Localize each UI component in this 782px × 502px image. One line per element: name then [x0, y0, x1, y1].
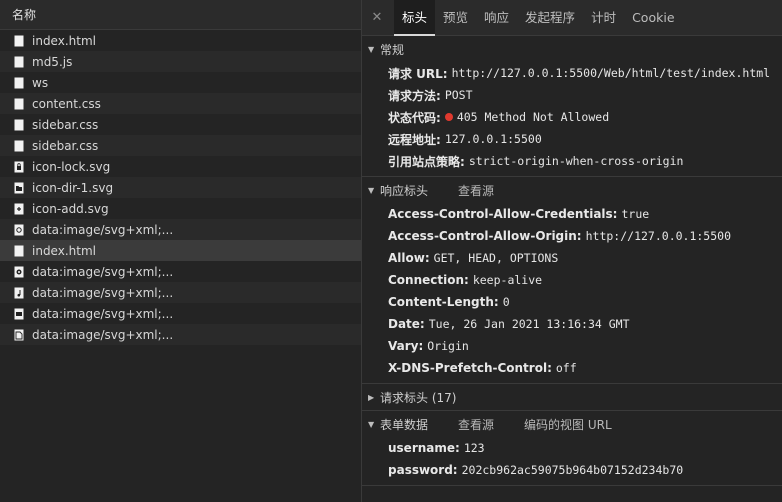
request-name: data:image/svg+xml;... [32, 306, 174, 321]
request-row[interactable]: sidebar.css [0, 114, 361, 135]
general-remote-address: 远程地址: 127.0.0.1:5500 [388, 132, 542, 147]
request-name: data:image/svg+xml;... [32, 222, 174, 237]
lock-icon [14, 161, 24, 173]
tab-initiator[interactable]: 发起程序 [517, 0, 583, 36]
request-name: icon-dir-1.svg [32, 180, 114, 195]
tab-headers[interactable]: 标头 [394, 0, 436, 36]
section-title: 常规 [380, 42, 405, 57]
request-list: index.html md5.js ws content.css sidebar… [0, 30, 361, 345]
details-tab-bar: ✕ 标头 预览 响应 发起程序 计时 Cookie [362, 0, 782, 36]
section-title: 表单数据 [380, 417, 429, 432]
request-name: index.html [32, 243, 96, 258]
music-icon [14, 287, 24, 299]
form-data-section-header[interactable]: ▼ 表单数据 查看源 编码的视图 URL [362, 411, 782, 437]
request-row[interactable]: icon-lock.svg [0, 156, 361, 177]
response-header-row: Date: Tue, 26 Jan 2021 13:16:34 GMT [388, 317, 630, 331]
document-icon [14, 98, 24, 110]
tab-preview[interactable]: 预览 [435, 0, 476, 36]
request-row[interactable]: data:image/svg+xml;... [0, 219, 361, 240]
request-headers-section-header[interactable]: ▶ 请求标头 (17) [362, 384, 782, 410]
request-row[interactable]: data:image/svg+xml;... [0, 303, 361, 324]
divider [362, 485, 782, 486]
tab-response[interactable]: 响应 [476, 0, 517, 36]
document-icon [14, 56, 24, 68]
request-name: ws [32, 75, 49, 90]
general-request-url: 请求 URL: http://127.0.0.1:5500/Web/html/te… [388, 66, 771, 81]
request-row[interactable]: data:image/svg+xml;... [0, 282, 361, 303]
request-row[interactable]: sidebar.css [0, 135, 361, 156]
response-header-row: Access-Control-Allow-Origin: http://127.0… [388, 229, 732, 243]
form-data-row: password: 202cb962ac59075b964b07152d234b7… [388, 463, 684, 477]
response-header-row: Allow: GET, HEAD, OPTIONS [388, 251, 559, 265]
request-name: index.html [32, 33, 96, 48]
tab-timing[interactable]: 计时 [583, 0, 624, 36]
response-header-row: X-DNS-Prefetch-Control: off [388, 361, 577, 375]
general-status-code: 状态代码: 405 Method Not Allowed [388, 110, 610, 125]
request-name: icon-lock.svg [32, 159, 111, 174]
request-row[interactable]: data:image/svg+xml;... [0, 324, 361, 345]
document-icon [14, 119, 24, 131]
view-source-link[interactable]: 查看源 [458, 182, 494, 199]
response-header-row: Content-Length: 0 [388, 295, 510, 309]
folder-icon [14, 182, 24, 194]
status-error-dot-icon [444, 113, 453, 121]
document-icon [14, 140, 24, 152]
request-name: sidebar.css [32, 138, 99, 153]
document-icon [14, 77, 24, 89]
request-row[interactable]: md5.js [0, 51, 361, 72]
triangle-down-icon: ▼ [368, 44, 375, 54]
section-title: 响应标头 [380, 183, 429, 198]
request-row[interactable]: content.css [0, 93, 361, 114]
request-details-panel: ✕ 标头 预览 响应 发起程序 计时 Cookie ▼ 常规 请求 URL: ht… [362, 0, 782, 502]
response-header-row: Vary: Origin [388, 339, 469, 353]
request-row[interactable]: ws [0, 72, 361, 93]
response-header-row: Access-Control-Allow-Credentials: true [388, 207, 650, 221]
request-name: data:image/svg+xml;... [32, 327, 174, 342]
request-row[interactable]: data:image/svg+xml;... [0, 261, 361, 282]
name-column-header[interactable]: 名称 [0, 0, 361, 30]
request-row[interactable]: icon-add.svg [0, 198, 361, 219]
general-section-header[interactable]: ▼ 常规 [362, 36, 782, 62]
request-name: data:image/svg+xml;... [32, 264, 174, 279]
file-icon [14, 329, 24, 341]
request-name: data:image/svg+xml;... [32, 285, 174, 300]
triangle-down-icon: ▼ [368, 419, 375, 429]
general-referrer-policy: 引用站点策略: strict-origin-when-cross-origin [388, 154, 684, 169]
svg-icon [14, 266, 24, 278]
response-headers-section-header[interactable]: ▼ 响应标头 查看源 [362, 177, 782, 203]
request-row[interactable]: icon-dir-1.svg [0, 177, 361, 198]
request-name: icon-add.svg [32, 201, 109, 216]
request-name: md5.js [32, 54, 73, 69]
request-name: sidebar.css [32, 117, 99, 132]
svg-icon [14, 224, 24, 236]
document-icon [14, 245, 24, 257]
triangle-down-icon: ▼ [368, 185, 375, 195]
tab-cookie[interactable]: Cookie [624, 0, 682, 36]
request-row-selected[interactable]: index.html [0, 240, 361, 261]
request-list-panel: 名称 index.html md5.js ws content.css side… [0, 0, 362, 502]
section-title: 请求标头 (17) [380, 390, 457, 405]
triangle-right-icon: ▶ [368, 392, 375, 402]
request-name: content.css [32, 96, 101, 111]
devtools-network-panel: 名称 index.html md5.js ws content.css side… [0, 0, 782, 502]
general-request-method: 请求方法: POST [388, 88, 473, 103]
image-icon [14, 308, 24, 320]
close-icon[interactable]: ✕ [370, 10, 384, 25]
request-row[interactable]: index.html [0, 30, 361, 51]
plus-icon [14, 203, 24, 215]
document-icon [14, 35, 24, 47]
view-url-encoded-link[interactable]: 编码的视图 URL [524, 416, 612, 433]
response-header-row: Connection: keep-alive [388, 273, 543, 287]
view-source-link[interactable]: 查看源 [458, 416, 494, 433]
form-data-row: username: 123 [388, 441, 485, 455]
